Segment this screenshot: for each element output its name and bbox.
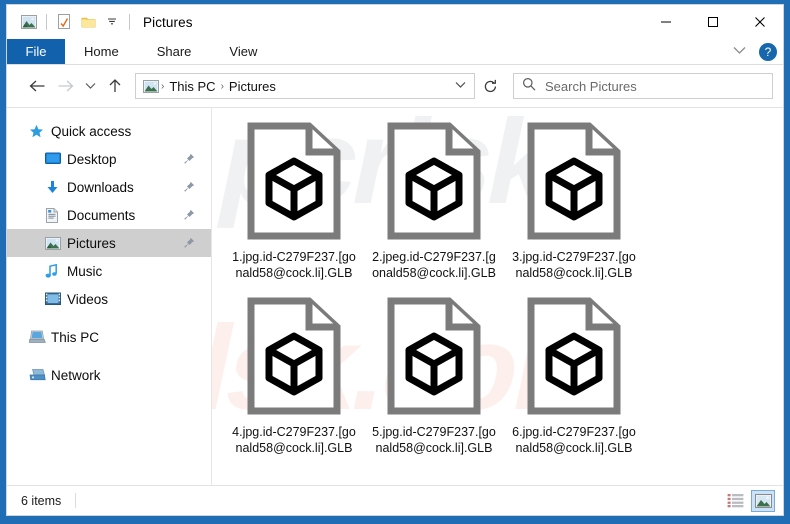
- address-bar: › This PC › Pictures Search Pictures: [7, 65, 783, 107]
- pin-icon[interactable]: [183, 180, 195, 198]
- chevron-down-icon[interactable]: [729, 46, 750, 58]
- ribbon-tab-bar: File Home Share View ?: [7, 39, 783, 65]
- pin-icon[interactable]: [183, 152, 195, 170]
- search-input[interactable]: Search Pictures: [513, 73, 773, 99]
- this-pc-icon: [29, 330, 51, 344]
- details-view-icon[interactable]: [723, 490, 747, 512]
- large-icons-view-icon[interactable]: [751, 489, 775, 512]
- pin-icon[interactable]: [183, 236, 195, 254]
- sidebar-label: Music: [67, 263, 103, 279]
- sidebar-label: Quick access: [51, 123, 132, 139]
- status-bar: 6 items: [7, 485, 783, 515]
- sidebar-label: Pictures: [67, 235, 116, 251]
- sidebar-label: This PC: [51, 329, 100, 345]
- file-item[interactable]: 4.jpg.id-C279F237.[gonald58@cock.li].GLB: [224, 293, 364, 456]
- breadcrumb-item-pictures[interactable]: Pictures: [225, 79, 280, 94]
- desktop-icon: [45, 152, 67, 166]
- customize-qat-icon[interactable]: [100, 11, 124, 33]
- glb-file-icon: [244, 120, 344, 247]
- file-item[interactable]: 2.jpeg.id-C279F237.[gonald58@cock.li].GL…: [364, 118, 504, 281]
- sidebar-item-downloads[interactable]: Downloads: [7, 173, 211, 201]
- file-item[interactable]: 5.jpg.id-C279F237.[gonald58@cock.li].GLB: [364, 293, 504, 456]
- sidebar-gap-1: [7, 313, 211, 323]
- sidebar-item-music[interactable]: Music: [7, 257, 211, 285]
- documents-icon: [45, 207, 67, 223]
- star-icon: [29, 124, 51, 139]
- help-button[interactable]: ?: [759, 43, 777, 61]
- status-divider: [75, 493, 77, 508]
- sidebar-item-documents[interactable]: Documents: [7, 201, 211, 229]
- file-name: 4.jpg.id-C279F237.[gonald58@cock.li].GLB: [232, 425, 356, 455]
- pictures-icon: [45, 236, 67, 250]
- quick-access-toolbar: [7, 11, 135, 33]
- ribbon-right-controls: ?: [729, 39, 777, 65]
- glb-file-icon: [384, 120, 484, 247]
- sidebar-label: Downloads: [67, 179, 134, 195]
- tab-file[interactable]: File: [7, 39, 65, 64]
- file-name: 6.jpg.id-C279F237.[gonald58@cock.li].GLB: [512, 425, 636, 455]
- tab-home[interactable]: Home: [65, 39, 138, 64]
- window-controls: [642, 5, 783, 38]
- sidebar-item-quick-access[interactable]: Quick access: [7, 117, 211, 145]
- back-button[interactable]: [23, 72, 51, 100]
- glb-file-icon: [524, 120, 624, 247]
- pin-icon[interactable]: [183, 208, 195, 226]
- glb-file-icon: [524, 295, 624, 422]
- sidebar-item-network[interactable]: Network: [7, 361, 211, 389]
- properties-icon[interactable]: [52, 11, 76, 33]
- qat-separator-1: [46, 14, 47, 30]
- tab-share[interactable]: Share: [138, 39, 211, 64]
- sidebar-item-videos[interactable]: Videos: [7, 285, 211, 313]
- up-button[interactable]: [101, 72, 129, 100]
- explorer-window: Pictures File Home Share View ? › This P…: [6, 4, 784, 516]
- file-item[interactable]: 6.jpg.id-C279F237.[gonald58@cock.li].GLB: [504, 293, 644, 456]
- network-icon: [29, 368, 51, 382]
- sidebar-item-this-pc[interactable]: This PC: [7, 323, 211, 351]
- sidebar-label: Desktop: [67, 151, 117, 167]
- sidebar-label: Videos: [67, 291, 109, 307]
- sidebar-label: Documents: [67, 207, 136, 223]
- item-count: 6 items: [21, 493, 62, 508]
- file-name: 1.jpg.id-C279F237.[gonald58@cock.li].GLB: [232, 250, 356, 280]
- file-name: 5.jpg.id-C279F237.[gonald58@cock.li].GLB: [372, 425, 496, 455]
- new-folder-icon[interactable]: [76, 11, 100, 33]
- breadcrumb-pictures-icon: [142, 79, 160, 93]
- window-title: Pictures: [143, 14, 193, 30]
- glb-file-icon: [384, 295, 484, 422]
- forward-button[interactable]: [51, 72, 79, 100]
- navigation-pane: Quick access Desktop Downloads Documents…: [7, 108, 212, 485]
- file-name: 3.jpg.id-C279F237.[gonald58@cock.li].GLB: [512, 250, 636, 280]
- videos-icon: [45, 292, 67, 306]
- downloads-icon: [45, 180, 67, 195]
- search-icon: [522, 77, 536, 96]
- file-item[interactable]: 3.jpg.id-C279F237.[gonald58@cock.li].GLB: [504, 118, 644, 281]
- sidebar-item-desktop[interactable]: Desktop: [7, 145, 211, 173]
- tab-view[interactable]: View: [210, 39, 276, 64]
- sidebar-label: Network: [51, 367, 101, 383]
- breadcrumb-item-this-pc[interactable]: This PC: [165, 79, 219, 94]
- pictures-folder-icon[interactable]: [17, 11, 41, 33]
- view-mode-buttons: [723, 489, 775, 512]
- breadcrumb-dropdown-icon[interactable]: [455, 80, 470, 92]
- minimize-button[interactable]: [642, 5, 689, 38]
- qat-separator-2: [129, 14, 130, 30]
- breadcrumb[interactable]: › This PC › Pictures: [135, 73, 475, 99]
- file-list-pane[interactable]: pcrisk rlsk.com 1.jpg.id-C279F237.[gonal…: [212, 108, 783, 485]
- file-item[interactable]: 1.jpg.id-C279F237.[gonald58@cock.li].GLB: [224, 118, 364, 281]
- title-bar: Pictures: [7, 5, 783, 39]
- maximize-button[interactable]: [689, 5, 736, 38]
- sidebar-item-pictures[interactable]: Pictures: [7, 229, 211, 257]
- file-grid: 1.jpg.id-C279F237.[gonald58@cock.li].GLB…: [224, 118, 783, 468]
- recent-locations-icon[interactable]: [79, 72, 101, 100]
- refresh-button[interactable]: [475, 73, 505, 99]
- search-placeholder: Search Pictures: [545, 78, 637, 94]
- music-icon: [45, 263, 67, 279]
- window-body: Quick access Desktop Downloads Documents…: [7, 107, 783, 485]
- file-name: 2.jpeg.id-C279F237.[gonald58@cock.li].GL…: [372, 250, 496, 280]
- close-button[interactable]: [736, 5, 783, 38]
- sidebar-gap-2: [7, 351, 211, 361]
- glb-file-icon: [244, 295, 344, 422]
